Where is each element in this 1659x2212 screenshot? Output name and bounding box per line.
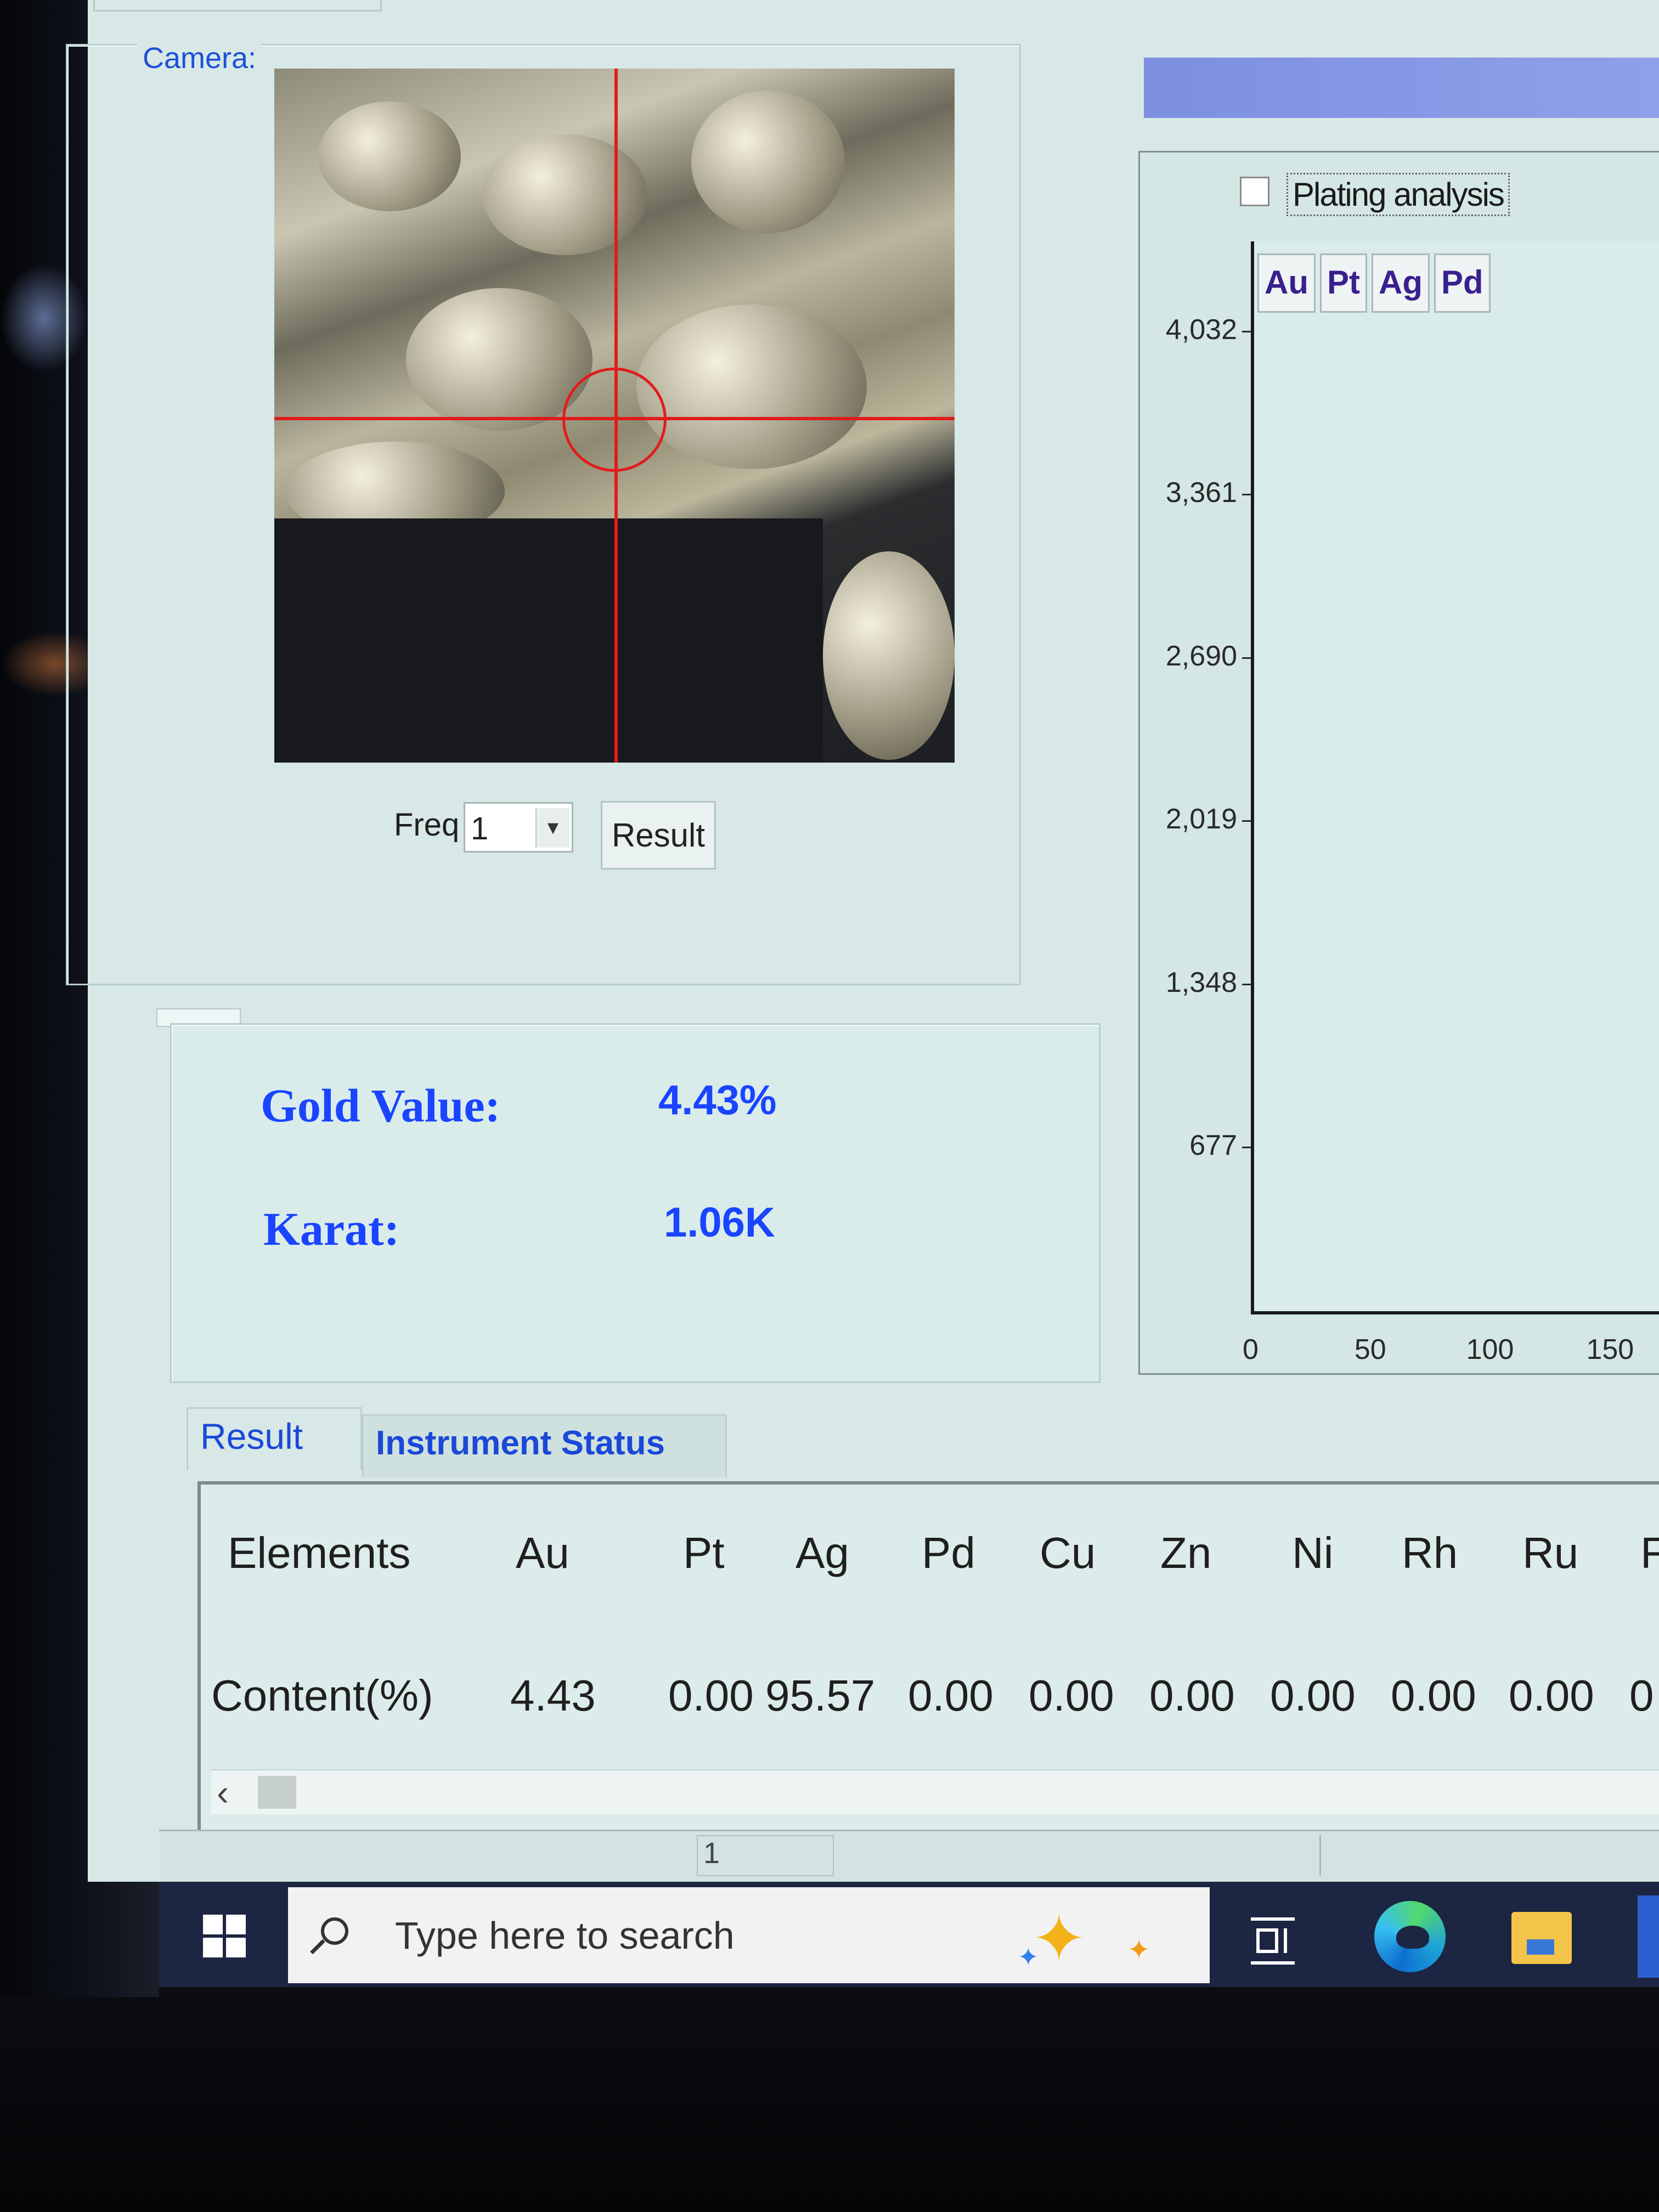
camera-legend: Camera: bbox=[137, 41, 262, 75]
sparkle-icon: ✦ bbox=[1018, 1943, 1039, 1971]
freq-label: Freq bbox=[394, 807, 460, 843]
y-tick-label: 4,032 bbox=[1165, 314, 1237, 346]
plating-analysis-label[interactable]: Plating analysis bbox=[1286, 173, 1510, 216]
x-tick-label: 0 bbox=[1243, 1334, 1259, 1365]
y-tick-label: 3,361 bbox=[1165, 477, 1237, 509]
tab-instrument-status[interactable]: Instrument Status bbox=[362, 1414, 727, 1477]
search-placeholder[interactable]: Type here to search bbox=[395, 1914, 735, 1957]
element-header-au: Au bbox=[516, 1528, 569, 1577]
elements-row-header: Elements bbox=[228, 1528, 411, 1577]
element-header-zn: Zn bbox=[1160, 1528, 1212, 1577]
content-cell: 95.57 bbox=[765, 1671, 876, 1720]
y-tick-mark bbox=[1242, 494, 1251, 496]
search-icon bbox=[321, 1917, 348, 1945]
element-header-rh: Rh bbox=[1402, 1528, 1458, 1577]
content-cell: 0.00 bbox=[1149, 1671, 1235, 1720]
status-bar bbox=[159, 1830, 1659, 1883]
content-cell: 0.00 bbox=[1509, 1671, 1594, 1720]
chart-title-bar bbox=[1144, 58, 1659, 118]
crosshair-circle bbox=[562, 368, 667, 472]
y-tick-mark bbox=[1242, 983, 1251, 985]
status-divider bbox=[1319, 1835, 1321, 1876]
y-tick-label: 2,019 bbox=[1165, 803, 1237, 836]
app-icon[interactable] bbox=[1638, 1895, 1659, 1978]
element-button-pt[interactable]: Pt bbox=[1319, 253, 1367, 313]
monitor-bezel-bottom bbox=[0, 1997, 1659, 2212]
scrollbar-thumb[interactable] bbox=[258, 1776, 296, 1809]
chevron-left-icon[interactable]: ‹ bbox=[217, 1771, 229, 1813]
content-cell: 0.00 bbox=[1270, 1671, 1356, 1720]
x-tick-label: 50 bbox=[1354, 1334, 1386, 1365]
gold-value: 4.43% bbox=[658, 1077, 777, 1124]
karat-value: 1.06K bbox=[664, 1199, 775, 1246]
content-cell: 0 bbox=[1629, 1671, 1654, 1720]
result-button[interactable]: Result bbox=[601, 801, 716, 870]
element-button-au[interactable]: Au bbox=[1257, 253, 1316, 313]
sparkle-icon: ✦ bbox=[1127, 1934, 1150, 1965]
status-cell: 1 bbox=[697, 1835, 834, 1876]
content-cell: 0.00 bbox=[1391, 1671, 1476, 1720]
top-frame-edge bbox=[93, 0, 382, 12]
content-row-header: Content(%) bbox=[211, 1671, 433, 1720]
element-header-cu: Cu bbox=[1040, 1528, 1096, 1577]
edge-browser-icon[interactable] bbox=[1374, 1901, 1446, 1972]
file-explorer-icon[interactable] bbox=[1511, 1912, 1572, 1964]
element-header-ag: Ag bbox=[795, 1528, 849, 1577]
camera-view[interactable] bbox=[274, 69, 955, 763]
windows-start-icon[interactable] bbox=[203, 1915, 247, 1959]
y-tick-mark bbox=[1242, 331, 1251, 333]
element-button-pd[interactable]: Pd bbox=[1434, 253, 1491, 313]
x-tick-label: 150 bbox=[1586, 1334, 1634, 1365]
y-tick-mark bbox=[1242, 1146, 1251, 1148]
content-cell: 0.00 bbox=[1029, 1671, 1114, 1720]
content-cell: 0.00 bbox=[908, 1671, 994, 1720]
freq-value: 1 bbox=[471, 811, 489, 847]
element-header-pt: Pt bbox=[683, 1528, 725, 1577]
y-tick-label: 677 bbox=[1189, 1129, 1237, 1161]
element-header-pd: Pd bbox=[922, 1528, 975, 1577]
x-tick-label: 100 bbox=[1466, 1334, 1514, 1365]
element-header-ni: Ni bbox=[1292, 1528, 1334, 1577]
content-cell: 0.00 bbox=[668, 1671, 754, 1720]
copilot-sparkle-icon[interactable]: ✦ bbox=[1031, 1901, 1087, 1977]
y-tick-label: 2,690 bbox=[1165, 640, 1237, 672]
tab-result[interactable]: Result bbox=[187, 1407, 362, 1470]
element-header-ru: Ru bbox=[1522, 1528, 1579, 1577]
freq-dropdown[interactable]: 1 ▼ bbox=[464, 802, 573, 853]
content-cell: 4.43 bbox=[510, 1671, 596, 1720]
y-tick-label: 1,348 bbox=[1165, 966, 1237, 998]
task-view-icon[interactable] bbox=[1251, 1917, 1295, 1965]
gold-value-label: Gold Value: bbox=[261, 1079, 501, 1132]
element-button-ag[interactable]: Ag bbox=[1371, 253, 1430, 313]
y-tick-mark bbox=[1242, 657, 1251, 659]
spectrum-plot bbox=[1251, 241, 1659, 1314]
karat-label: Karat: bbox=[263, 1203, 400, 1255]
horizontal-scrollbar[interactable]: ‹ bbox=[211, 1769, 1659, 1814]
chevron-down-icon[interactable]: ▼ bbox=[535, 808, 569, 848]
element-button-group: Au Pt Ag Pd bbox=[1257, 253, 1491, 313]
y-tick-mark bbox=[1242, 820, 1251, 822]
element-header-f: F bbox=[1640, 1528, 1659, 1577]
plating-analysis-checkbox[interactable] bbox=[1240, 177, 1269, 206]
